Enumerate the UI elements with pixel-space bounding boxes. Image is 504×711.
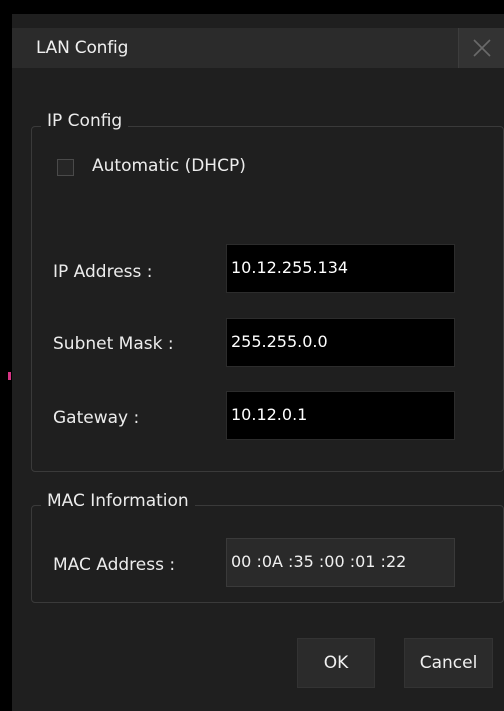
dhcp-label[interactable]: Automatic (DHCP): [92, 156, 246, 176]
close-button[interactable]: [458, 28, 504, 68]
gateway-label: Gateway :: [53, 408, 140, 428]
ip-address-input[interactable]: 10.12.255.134: [226, 244, 455, 293]
background-strip: [12, 0, 504, 14]
dialog-title: LAN Config: [36, 38, 129, 58]
close-icon: [473, 39, 491, 57]
mac-address-value: 00 :0A :35 :00 :01 :22: [226, 538, 455, 587]
mac-address-label: MAC Address :: [53, 555, 176, 575]
ip-address-label: IP Address :: [53, 262, 153, 282]
subnet-mask-label: Subnet Mask :: [53, 334, 174, 354]
edge-marker: [8, 372, 11, 380]
subnet-mask-input[interactable]: 255.255.0.0: [226, 318, 455, 367]
mac-info-legend: MAC Information: [41, 491, 195, 511]
gateway-input[interactable]: 10.12.0.1: [226, 391, 455, 440]
dhcp-checkbox[interactable]: [57, 159, 74, 176]
cancel-button[interactable]: Cancel: [404, 638, 493, 688]
ok-button[interactable]: OK: [297, 638, 375, 688]
ip-config-legend: IP Config: [41, 111, 129, 131]
dialog-titlebar: LAN Config: [12, 28, 504, 68]
